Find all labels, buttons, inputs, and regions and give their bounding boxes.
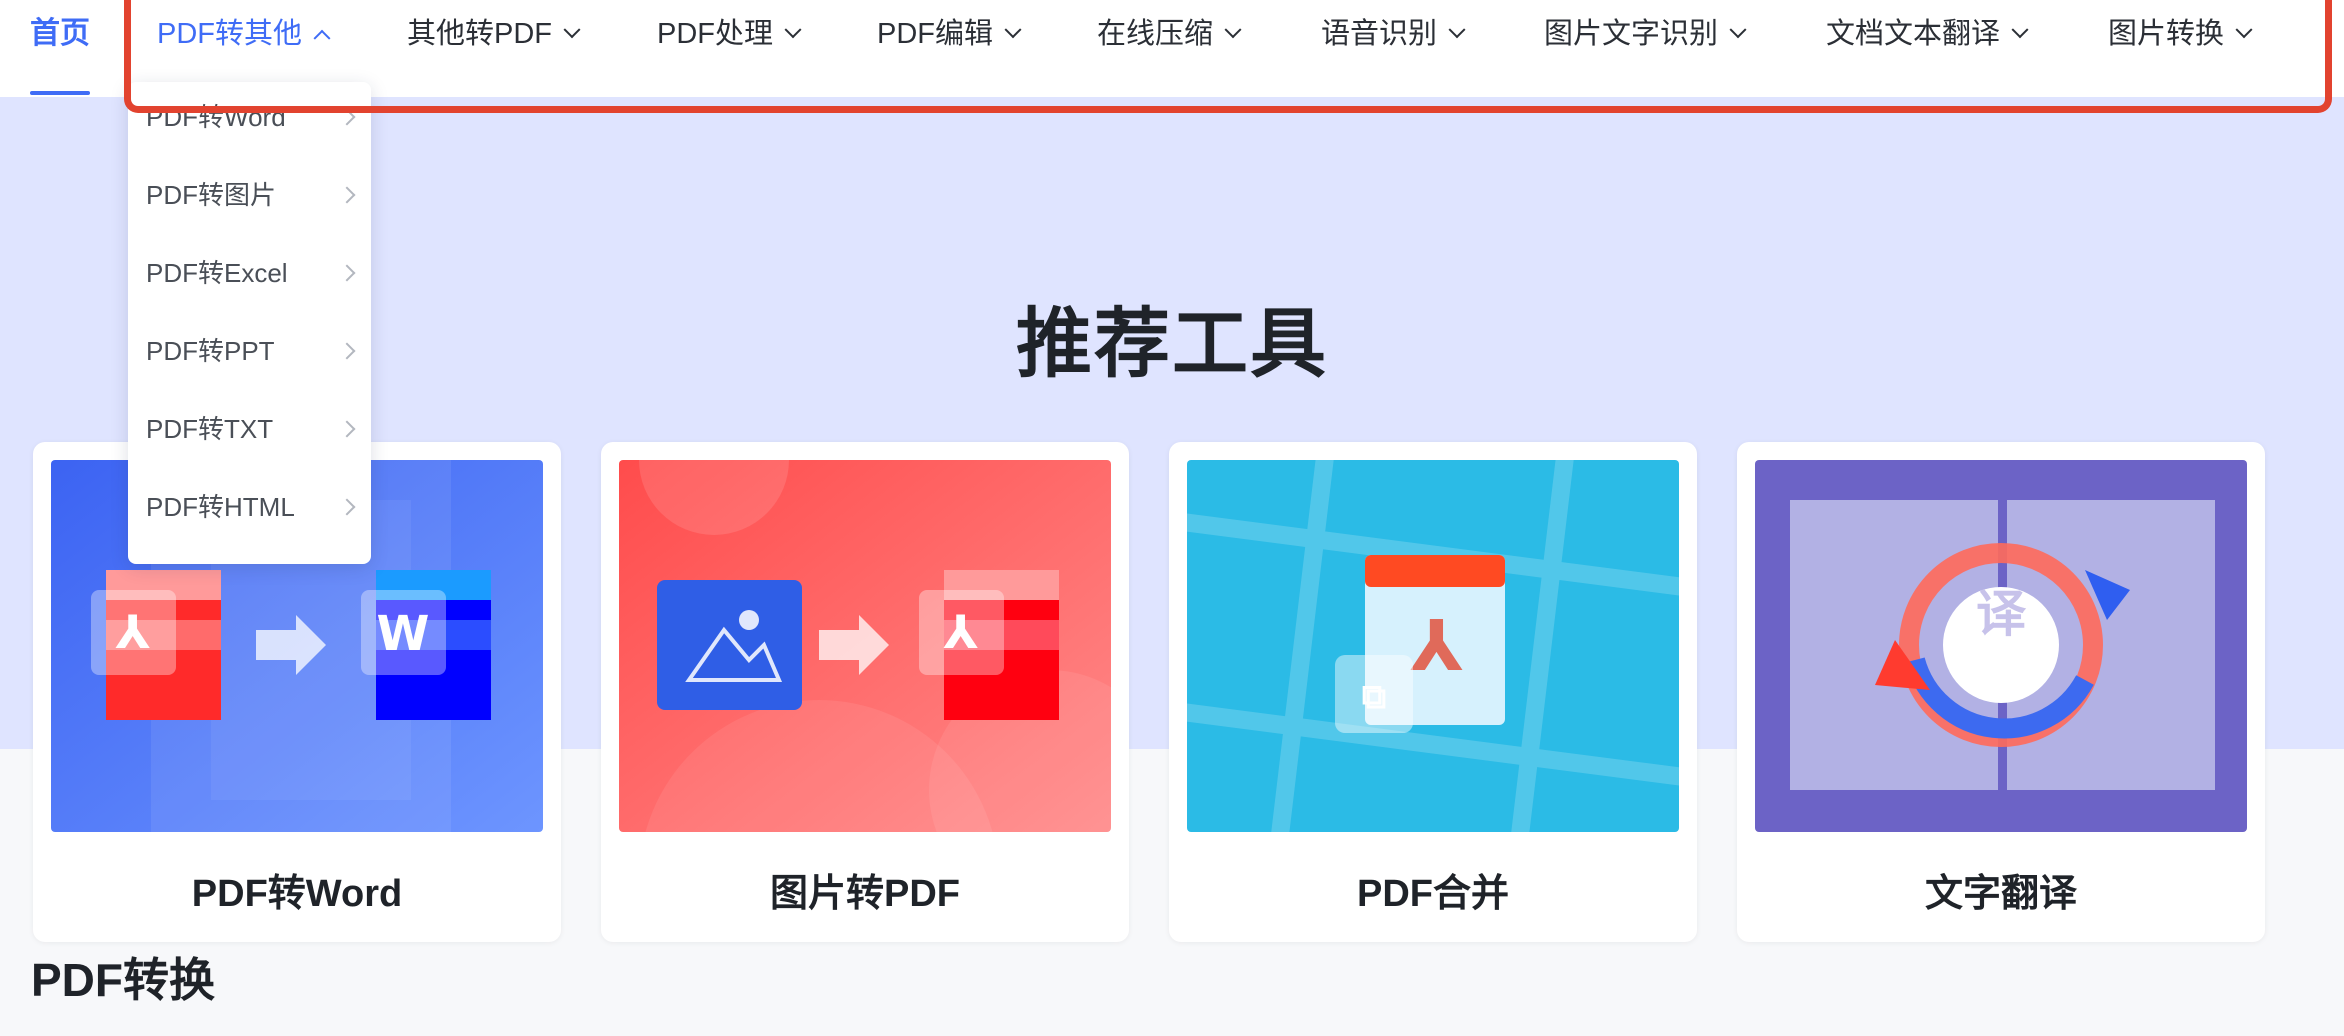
svg-text:⅄: ⅄: [1410, 605, 1463, 687]
chevron-right-icon: [338, 498, 356, 516]
translate-badge: 译: [1976, 585, 2026, 643]
nav-item-label: PDF转其他: [157, 18, 303, 50]
dropdown-item-label: PDF转Excel: [146, 258, 288, 288]
section-title: PDF转换: [31, 954, 215, 1006]
tool-card-label: PDF合并: [1356, 873, 1509, 915]
nav-item-label: PDF编辑: [877, 18, 994, 50]
dropdown-item-label: PDF转图片: [146, 180, 277, 210]
dropdown-item-pdf-to-txt[interactable]: PDF转TXT: [128, 394, 371, 464]
chevron-right-icon: [338, 108, 356, 126]
chevron-down-icon: [1004, 21, 1022, 39]
nav-item-image-ocr[interactable]: 图片文字识别: [1544, 12, 1747, 56]
nav-item-label: 文档文本翻译: [1826, 18, 2001, 50]
dropdown-item-label: PDF转Word: [146, 102, 286, 132]
chevron-right-icon: [338, 186, 356, 204]
svg-text:⧉: ⧉: [1362, 677, 1386, 717]
chevron-down-icon: [2011, 21, 2029, 39]
chevron-down-icon: [2235, 21, 2253, 39]
chevron-down-icon: [784, 21, 802, 39]
dropdown-item-label: PDF转TXT: [146, 414, 274, 444]
dropdown-item-pdf-to-excel[interactable]: PDF转Excel: [128, 238, 371, 308]
dropdown-item-pdf-to-word[interactable]: PDF转Word: [128, 82, 371, 152]
nav-item-label: 图片转换: [2108, 18, 2225, 50]
nav-item-pdf-to-other[interactable]: PDF转其他: [157, 12, 331, 56]
chevron-down-icon: [1729, 21, 1747, 39]
chevron-right-icon: [338, 264, 356, 282]
nav-item-label: 其他转PDF: [407, 18, 553, 50]
nav-item-pdf-edit[interactable]: PDF编辑: [877, 12, 1022, 56]
nav-item-label: 图片文字识别: [1544, 18, 1719, 50]
dropdown-item-pdf-to-ppt[interactable]: PDF转PPT: [128, 316, 371, 386]
pdf-merge-illustration: ⅄ ⧉: [1187, 460, 1679, 832]
tool-card-label: 文字翻译: [1924, 873, 2077, 915]
nav-item-label: 在线压缩: [1097, 18, 1214, 50]
nav-home-active-indicator: [30, 91, 90, 95]
chevron-down-icon: [1224, 21, 1242, 39]
chevron-down-icon: [1448, 21, 1466, 39]
tool-card-pdf-merge[interactable]: ⅄ ⧉ PDF合并: [1169, 442, 1697, 942]
tool-card-label: PDF转Word: [191, 873, 403, 915]
text-translate-illustration: 译: [1755, 460, 2247, 832]
dropdown-item-label: PDF转PPT: [146, 336, 275, 366]
tool-card-image-to-pdf[interactable]: ⅄ 图片转PDF: [601, 442, 1129, 942]
page: 首页 PDF转其他 其他转PDF PDF处理 PDF编辑 在线压缩 语音识别 图…: [0, 0, 2344, 1036]
chevron-up-icon: [313, 29, 331, 47]
svg-text:W: W: [377, 606, 430, 662]
tool-card-text-translate[interactable]: 译 文字翻译: [1737, 442, 2265, 942]
pdf-to-other-dropdown: PDF转Word PDF转图片 PDF转Excel PDF转PPT PDF转TX…: [128, 82, 371, 564]
nav-item-doc-translate[interactable]: 文档文本翻译: [1826, 12, 2029, 56]
nav-home[interactable]: 首页: [30, 12, 90, 72]
dropdown-item-label: PDF转HTML: [146, 492, 295, 522]
svg-text:⅄: ⅄: [944, 605, 979, 659]
dropdown-item-pdf-to-html[interactable]: PDF转HTML: [128, 472, 371, 542]
dropdown-item-pdf-to-image[interactable]: PDF转图片: [128, 160, 371, 230]
image-to-pdf-illustration: ⅄: [619, 460, 1111, 832]
chevron-right-icon: [338, 342, 356, 360]
nav-item-label: 语音识别: [1321, 18, 1438, 50]
nav-item-speech-recognition[interactable]: 语音识别: [1321, 12, 1466, 56]
tool-card-label: 图片转PDF: [769, 873, 960, 915]
nav-item-pdf-process[interactable]: PDF处理: [657, 12, 802, 56]
nav-item-other-to-pdf[interactable]: 其他转PDF: [407, 12, 581, 56]
nav-item-online-compress[interactable]: 在线压缩: [1097, 12, 1242, 56]
nav-item-label: PDF处理: [657, 18, 774, 50]
chevron-right-icon: [338, 420, 356, 438]
svg-text:⅄: ⅄: [116, 605, 151, 659]
chevron-down-icon: [563, 21, 581, 39]
nav-item-image-convert[interactable]: 图片转换: [2108, 12, 2253, 56]
